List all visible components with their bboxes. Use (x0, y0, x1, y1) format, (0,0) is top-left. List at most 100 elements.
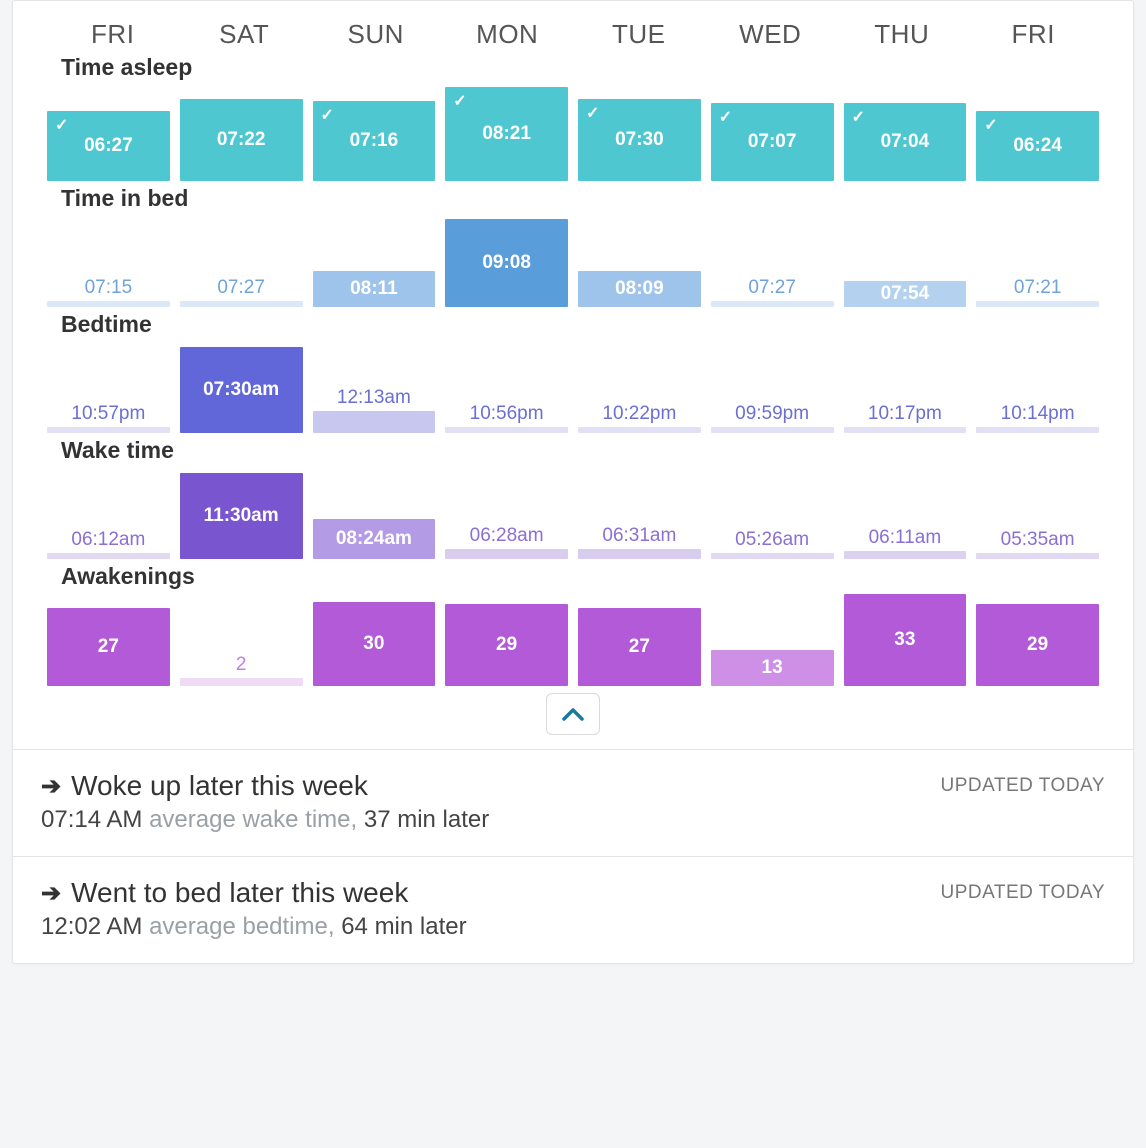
bar-value: 07:22 (217, 129, 266, 151)
bar-value: 10:22pm (578, 403, 701, 427)
chart-bar[interactable]: 30 (313, 602, 436, 686)
day-label: FRI (47, 19, 179, 50)
insight-header: ➔ Went to bed later this week UPDATED TO… (41, 877, 1105, 909)
collapse-button[interactable] (546, 693, 600, 735)
bar-value: 06:11am (844, 527, 967, 551)
bar-value: 06:31am (578, 525, 701, 549)
bar-value: 07:27 (711, 277, 834, 301)
chart-bar[interactable]: 10:56pm (445, 427, 568, 433)
chart-bar[interactable]: 07:27 (180, 301, 303, 307)
insight-bed-later[interactable]: ➔ Went to bed later this week UPDATED TO… (13, 856, 1133, 963)
bar-value: 08:11 (350, 278, 398, 300)
bar-value: 27 (98, 636, 119, 658)
sleep-summary-card: FRI SAT SUN MON TUE WED THU FRI Time asl… (12, 0, 1134, 964)
bar-value: 06:24 (1013, 135, 1062, 157)
chart-bar[interactable]: 08:24am (313, 519, 436, 559)
chart-bar[interactable]: 13 (711, 650, 834, 686)
arrow-right-icon: ➔ (41, 772, 61, 801)
bar-value: 06:27 (84, 135, 133, 157)
bar-value: 06:12am (47, 529, 170, 553)
chart-bar[interactable]: 27 (47, 608, 170, 686)
bar-value: 2 (180, 654, 303, 678)
bar-value: 07:15 (47, 277, 170, 301)
section-title-time-asleep: Time asleep (29, 54, 1117, 85)
chart-bar[interactable]: 08:11 (313, 271, 436, 307)
day-label: FRI (968, 19, 1100, 50)
check-icon: ✓ (453, 91, 466, 111)
bar-value: 09:08 (482, 252, 531, 274)
insight-wake-later[interactable]: ➔ Woke up later this week UPDATED TODAY … (13, 749, 1133, 856)
bar-value: 08:21 (482, 123, 531, 145)
insight-mid: average bedtime, (142, 913, 341, 940)
bar-value: 07:30am (203, 379, 279, 401)
chart-bar[interactable]: 06:27✓ (47, 111, 170, 181)
chart-bar[interactable]: 07:22 (180, 99, 303, 181)
bar-value: 07:21 (976, 277, 1099, 301)
chart-bar[interactable]: 10:17pm (844, 427, 967, 433)
insight-tail: 37 min later (364, 806, 489, 833)
bar-value: 08:24am (336, 528, 412, 550)
day-label: SUN (310, 19, 442, 50)
chart-bar[interactable]: 29 (976, 604, 1099, 686)
chart-bar[interactable]: 07:04 ✓ (844, 103, 967, 181)
bar-value: 27 (629, 636, 650, 658)
insight-title-text: Woke up later this week (71, 770, 368, 802)
bar-value: 07:04 (881, 131, 930, 153)
chart-bar[interactable]: 07:30✓ (578, 99, 701, 181)
chevron-up-icon (562, 707, 584, 721)
bar-value: 33 (894, 629, 915, 651)
chart-bar[interactable]: 08:09 (578, 271, 701, 307)
chart-area: FRI SAT SUN MON TUE WED THU FRI Time asl… (13, 1, 1133, 749)
chart-bar[interactable]: 06:12am (47, 553, 170, 559)
chart-bar[interactable]: 07:15 (47, 301, 170, 307)
insight-mid: average wake time, (142, 806, 363, 833)
chart-bar[interactable]: 09:59pm (711, 427, 834, 433)
chart-bar[interactable]: 09:08 (445, 219, 568, 307)
bar-value: 06:28am (445, 525, 568, 549)
bar-value: 08:09 (615, 278, 664, 300)
section-title-wake-time: Wake time (29, 437, 1117, 468)
insight-subtitle: 07:14 AM average wake time, 37 min later (41, 806, 1105, 834)
chart-bar[interactable]: 05:35am (976, 553, 1099, 559)
chart-bar[interactable]: 08:21 ✓ (445, 87, 568, 181)
bar-value: 10:57pm (47, 403, 170, 427)
collapse-wrap (29, 685, 1117, 745)
chart-bar[interactable]: 06:24 ✓ (976, 111, 1099, 181)
check-icon: ✓ (984, 115, 997, 135)
insight-header: ➔ Woke up later this week UPDATED TODAY (41, 770, 1105, 802)
insight-value: 12:02 AM (41, 913, 142, 940)
chart-bar[interactable]: 27 (578, 608, 701, 686)
chart-bar[interactable]: 33 (844, 594, 967, 686)
bar-value: 10:14pm (976, 403, 1099, 427)
bar-value: 10:17pm (844, 403, 967, 427)
day-label: WED (705, 19, 837, 50)
section-title-time-in-bed: Time in bed (29, 185, 1117, 216)
chart-bar[interactable]: 07:54 (844, 281, 967, 307)
chart-bar[interactable]: 12:13am (313, 411, 436, 433)
row-time-asleep: 06:27✓07:2207:16✓08:21✓07:30✓07:07✓07:04… (29, 85, 1117, 185)
arrow-right-icon: ➔ (41, 879, 61, 908)
chart-bar[interactable]: 06:28am (445, 549, 568, 559)
chart-bar[interactable]: 07:07✓ (711, 103, 834, 181)
chart-bar[interactable]: 11:30am (180, 473, 303, 559)
chart-bar[interactable]: 07:30am (180, 347, 303, 433)
chart-bar[interactable]: 05:26am (711, 553, 834, 559)
chart-bar[interactable]: 06:11am (844, 551, 967, 559)
insight-title: ➔ Went to bed later this week (41, 877, 408, 909)
check-icon: ✓ (852, 107, 865, 127)
chart-bar[interactable]: 07:27 (711, 301, 834, 307)
chart-bar[interactable]: 10:57pm (47, 427, 170, 433)
chart-bar[interactable]: 10:14pm (976, 427, 1099, 433)
chart-bar[interactable]: 29 (445, 604, 568, 686)
day-label: THU (836, 19, 968, 50)
section-title-bedtime: Bedtime (29, 311, 1117, 342)
chart-bar[interactable]: 07:21 (976, 301, 1099, 307)
day-label: SAT (179, 19, 311, 50)
bar-value: 09:59pm (711, 403, 834, 427)
row-wake-time: 06:12am 11:30am 08:24am 06:28am 06:31am 05:26… (29, 468, 1117, 563)
bar-value: 07:16 (350, 130, 399, 152)
chart-bar[interactable]: 06:31am (578, 549, 701, 559)
bar-value: 29 (496, 634, 517, 656)
chart-bar[interactable]: 07:16✓ (313, 101, 436, 181)
chart-bar[interactable]: 10:22pm (578, 427, 701, 433)
